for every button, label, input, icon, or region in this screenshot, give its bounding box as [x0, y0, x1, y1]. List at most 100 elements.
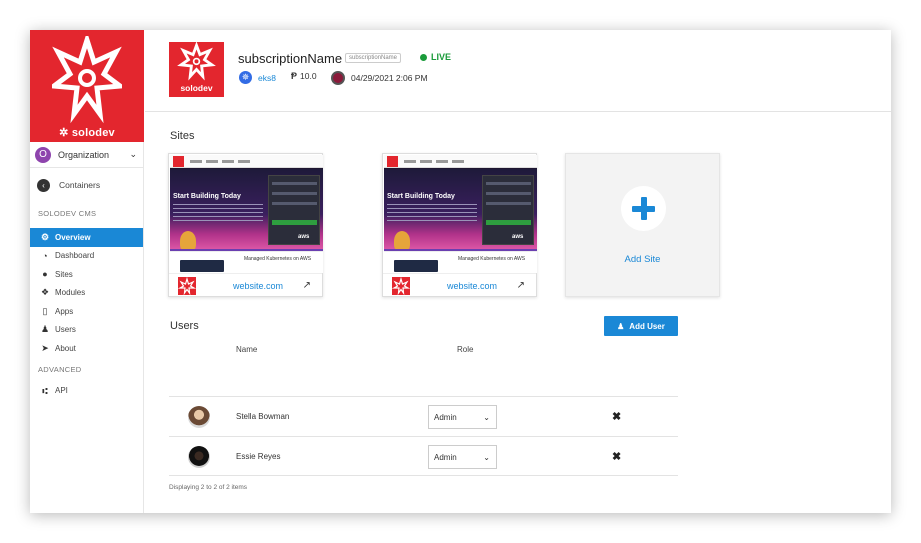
column-header-name: Name — [236, 345, 258, 354]
sidebar-item-label: Users — [55, 325, 76, 335]
sidebar-item-dashboard[interactable]: ◔ Dashboard — [30, 247, 143, 266]
dashboard-icon: ◔ — [42, 250, 48, 261]
star-glyph-icon — [391, 276, 411, 295]
update-avatar-icon — [331, 71, 345, 85]
thumb-field — [486, 182, 531, 185]
section-solodev-cms: SOLODEV CMS — [38, 209, 97, 218]
thumb-logo — [173, 156, 184, 167]
sites-heading: Sites — [170, 130, 195, 142]
solodev-star-icon — [52, 36, 122, 124]
cluster-name: eks8 — [258, 72, 276, 83]
thumb-title: Start Building Today — [387, 193, 455, 200]
cluster-info[interactable]: ✵ eks8 — [239, 71, 276, 84]
role-select[interactable]: Admin ⌄ — [428, 405, 497, 429]
app-window: ✲ solodev O Organization ⌄ ‹ Containers … — [30, 30, 891, 513]
site-url-link[interactable]: website.com — [233, 281, 283, 291]
chevron-down-icon: ⌄ — [483, 412, 490, 422]
site-card-footer: website.com ↗ — [169, 273, 322, 297]
sidebar-item-api[interactable]: ⑆ API — [30, 382, 143, 401]
org-label: Organization — [58, 149, 110, 160]
thumb-field — [486, 202, 531, 205]
sidebar-item-label: Dashboard — [55, 251, 95, 261]
users-heading: Users — [170, 320, 199, 332]
status-dot-icon — [420, 53, 427, 61]
cogs-icon: ⚙ — [40, 231, 50, 242]
site-url-link[interactable]: website.com — [447, 281, 497, 291]
thumb-text — [173, 204, 263, 222]
plus-vertical — [640, 197, 647, 220]
aws-logo-icon: aws — [298, 234, 310, 240]
solodev-logo-icon — [391, 276, 411, 295]
thumb-nav — [384, 155, 537, 168]
thumb-panel — [482, 175, 534, 245]
mascot-icon — [394, 231, 410, 251]
solodev-star-icon — [177, 42, 216, 81]
thumb-field — [272, 182, 317, 185]
mobile-icon: ▯ — [42, 305, 48, 316]
site-card[interactable]: Start Building Today aws Managed Kuberne… — [168, 153, 323, 297]
sitemap-icon: ⑆ — [42, 385, 48, 396]
chevron-down-icon: ⌄ — [483, 452, 490, 462]
thumb-logo — [387, 156, 398, 167]
user-name: Stella Bowman — [236, 412, 290, 421]
table-bottom-border — [169, 475, 678, 476]
add-user-button[interactable]: ♟ Add User — [604, 316, 678, 336]
chevron-down-icon: ⌄ — [129, 149, 137, 159]
site-card[interactable]: Start Building Today aws Managed Kuberne… — [382, 153, 537, 297]
star-glyph-icon — [177, 276, 197, 295]
site-card-footer: website.com ↗ — [383, 273, 536, 297]
thumb-nav — [170, 155, 323, 168]
thumb-button — [486, 220, 531, 225]
plus-icon — [621, 186, 666, 231]
sidebar-item-about[interactable]: ➤ About — [30, 339, 143, 358]
add-site-button[interactable]: Add Site — [565, 153, 720, 297]
brand-name: ✲ solodev — [30, 126, 144, 139]
sidebar-item-label: Sites — [55, 269, 73, 279]
external-link-icon[interactable]: ↗ — [303, 280, 311, 291]
sidebar-item-label: Overview — [55, 232, 91, 242]
delete-user-icon[interactable]: ✖ — [612, 410, 621, 423]
section-advanced: ADVANCED — [38, 364, 82, 374]
kubernetes-icon: ✵ — [239, 71, 252, 84]
sidebar-item-label: Modules — [55, 288, 86, 298]
banner-text: Managed Kubernetes on AWS — [458, 256, 526, 262]
sidebar-item-sites[interactable]: ● Sites — [30, 265, 143, 284]
sidebar-item-users[interactable]: ♟ Users — [30, 321, 143, 340]
table-row: Essie Reyes Admin ⌄ ✖ — [169, 436, 678, 476]
sidebar-item-modules[interactable]: ❖ Modules — [30, 284, 143, 303]
mascot-icon — [180, 231, 196, 251]
thumb-field — [486, 192, 531, 195]
user-icon: ♟ — [617, 321, 625, 331]
column-header-role: Role — [457, 345, 474, 354]
subscription-name: subscriptionName — [238, 51, 343, 66]
role-select[interactable]: Admin ⌄ — [428, 445, 497, 469]
site-thumbnail: Start Building Today aws — [384, 155, 537, 251]
amazon-badge-icon — [394, 260, 438, 272]
timestamp-info: 04/29/2021 2:06 PM — [331, 71, 428, 85]
sidebar: ✲ solodev O Organization ⌄ ‹ Containers … — [30, 30, 144, 513]
main-content: Sites Start Building Today aws Managed K… — [145, 113, 891, 513]
sidebar-item-label: About — [55, 343, 76, 353]
status-badge: LIVE — [420, 52, 451, 62]
external-link-icon[interactable]: ↗ — [517, 280, 525, 291]
sidebar-item-containers[interactable]: ‹ Containers — [30, 171, 143, 199]
brand-logo[interactable]: ✲ solodev — [30, 30, 144, 142]
sidebar-item-apps[interactable]: ▯ Apps — [30, 302, 143, 321]
thumb-panel — [268, 175, 320, 245]
subscription-logo: solodev — [169, 42, 224, 97]
thumb-field — [272, 192, 317, 195]
globe-icon: ● — [42, 269, 48, 280]
subscription-name-chip: subscriptionName — [345, 53, 402, 63]
organization-selector[interactable]: O Organization ⌄ — [30, 142, 143, 168]
subscription-header: solodev subscriptionName subscriptionNam… — [145, 30, 891, 112]
solodev-logo-icon — [177, 276, 197, 295]
add-user-label: Add User — [629, 321, 665, 331]
sidebar-item-overview[interactable]: ⚙ Overview — [30, 228, 143, 247]
brand-mini-icon: ✲ — [59, 127, 69, 139]
version-icon: Ᵽ — [291, 71, 298, 81]
status-text: LIVE — [431, 52, 452, 62]
delete-user-icon[interactable]: ✖ — [612, 450, 621, 463]
user-icon: ♟ — [40, 324, 50, 335]
add-site-label: Add Site — [624, 254, 661, 265]
user-name: Essie Reyes — [236, 452, 281, 461]
